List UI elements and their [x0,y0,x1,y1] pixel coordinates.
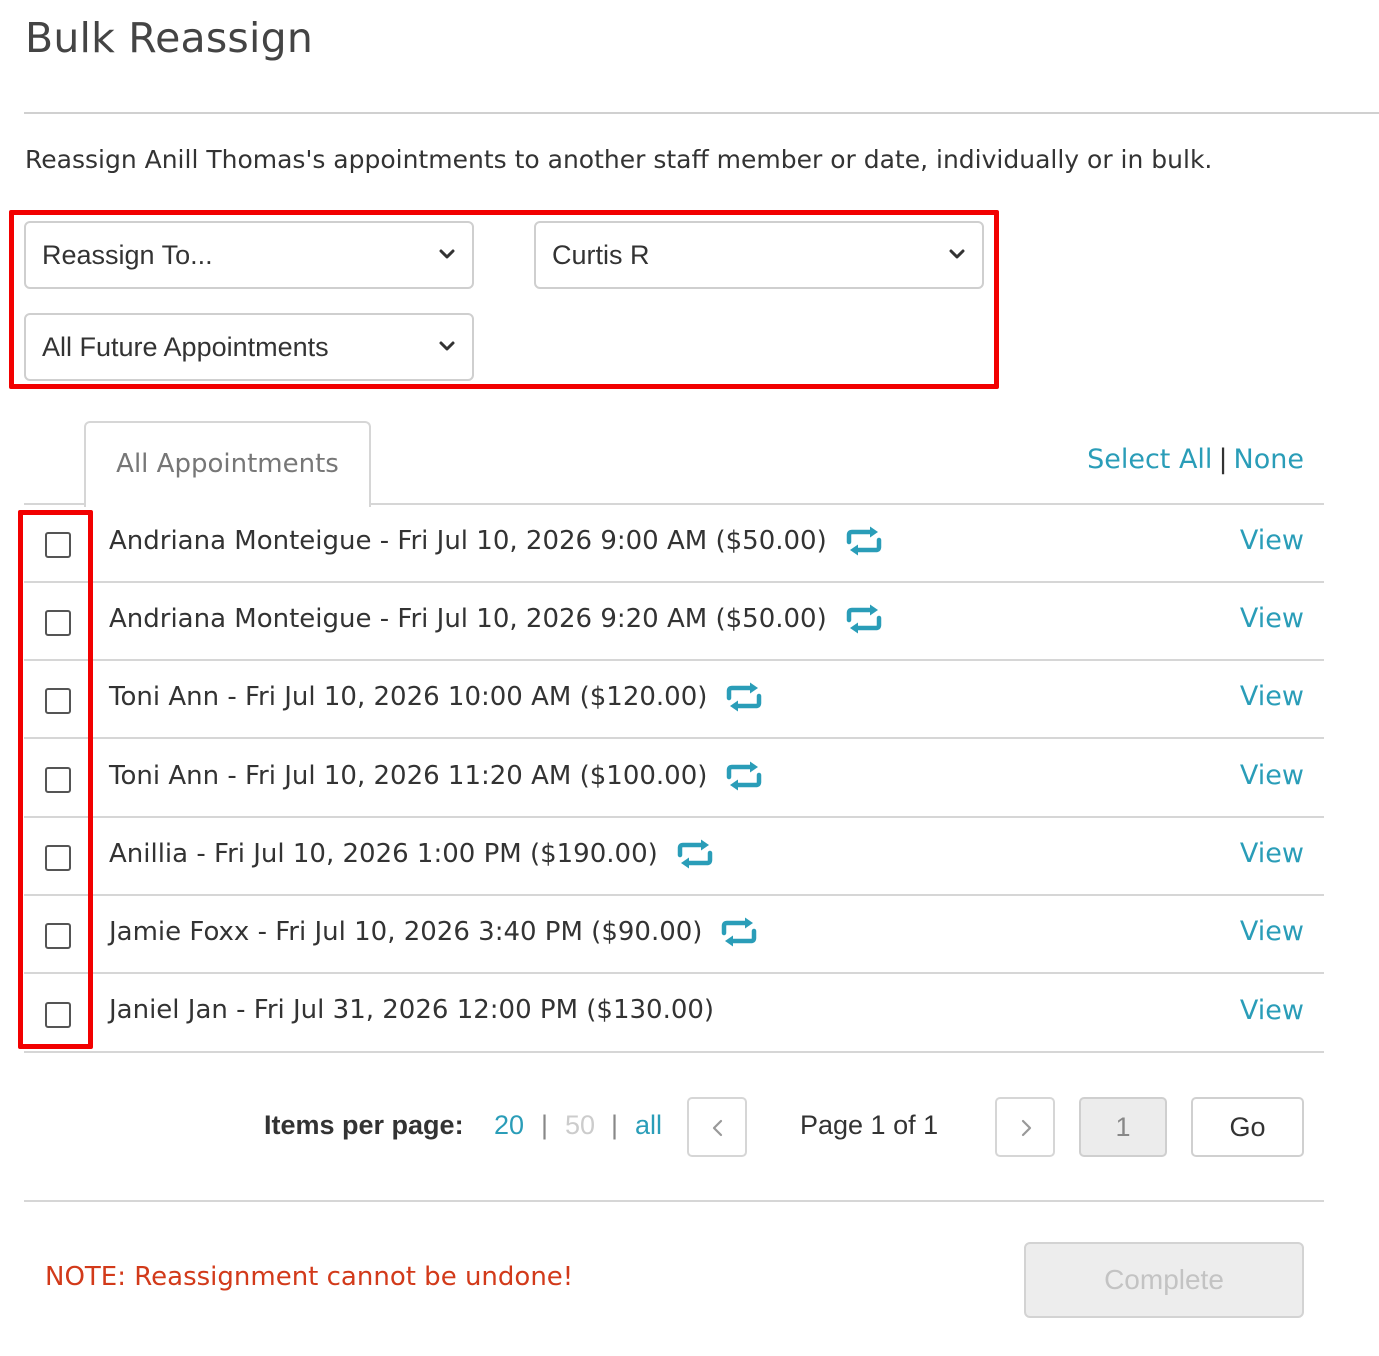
chevron-right-icon [1021,1119,1032,1137]
highlight-box-checkboxes [18,510,93,1049]
appointment-row: Andriana Monteigue - Fri Jul 10, 2026 9:… [24,583,1324,661]
recurring-icon [677,839,713,869]
next-page-button[interactable] [995,1097,1055,1157]
footer-divider [24,1200,1324,1202]
appointment-label: Toni Ann - Fri Jul 10, 2026 10:00 AM ($1… [109,682,708,712]
appointment-summary: Jamie Foxx - Fri Jul 10, 2026 3:40 PM ($… [109,916,758,948]
appointment-row: Anillia - Fri Jul 10, 2026 1:00 PM ($190… [24,818,1324,896]
highlight-box-filters [9,210,999,389]
recurring-icon [722,917,757,947]
view-link[interactable]: View [1240,603,1304,634]
items-per-page-50: 50 [565,1110,596,1140]
appointment-row: Janiel Jan - Fri Jul 31, 2026 12:00 PM (… [24,975,1324,1053]
view-link[interactable]: View [1240,916,1304,947]
title-divider [24,112,1379,114]
appointment-summary: Janiel Jan - Fri Jul 31, 2026 12:00 PM (… [109,995,714,1025]
appointment-row: Toni Ann - Fri Jul 10, 2026 11:20 AM ($1… [24,740,1324,818]
appointment-row: Jamie Foxx - Fri Jul 10, 2026 3:40 PM ($… [24,896,1324,974]
selection-separator: | [1218,444,1228,475]
view-link[interactable]: View [1240,525,1304,556]
tab-all-appointments[interactable]: All Appointments [84,421,371,507]
warning-note: NOTE: Reassignment cannot be undone! [45,1262,574,1292]
items-per-page-20[interactable]: 20 [494,1110,524,1141]
select-all-link[interactable]: Select All [1087,444,1212,475]
appointment-row: Andriana Monteigue - Fri Jul 10, 2026 9:… [24,505,1324,583]
appointment-label: Toni Ann - Fri Jul 10, 2026 11:20 AM ($1… [109,761,708,791]
items-per-page-separator: | [541,1110,549,1140]
prev-page-button[interactable] [687,1097,747,1157]
appointment-label: Anillia - Fri Jul 10, 2026 1:00 PM ($190… [109,839,658,869]
page-info: Page 1 of 1 [800,1110,939,1140]
appointment-row: Toni Ann - Fri Jul 10, 2026 10:00 AM ($1… [24,661,1324,739]
chevron-left-icon [712,1119,723,1137]
view-link[interactable]: View [1240,838,1304,869]
complete-button[interactable]: Complete [1024,1242,1304,1318]
view-link[interactable]: View [1240,681,1304,712]
items-per-page-separator: | [611,1110,619,1140]
appointment-label: Andriana Monteigue - Fri Jul 10, 2026 9:… [109,526,827,556]
items-per-page-label: Items per page: [264,1110,464,1140]
select-none-link[interactable]: None [1234,444,1304,475]
recurring-icon [846,604,881,634]
items-per-page-all[interactable]: all [635,1110,662,1141]
appointment-summary: Andriana Monteigue - Fri Jul 10, 2026 9:… [109,603,883,635]
view-link[interactable]: View [1240,760,1304,791]
view-link[interactable]: View [1240,995,1304,1026]
appointment-label: Janiel Jan - Fri Jul 31, 2026 12:00 PM (… [109,995,715,1025]
appointment-label: Andriana Monteigue - Fri Jul 10, 2026 9:… [109,604,827,634]
recurring-icon [846,526,881,556]
page-description: Reassign Anill Thomas's appointments to … [25,145,1213,174]
appointment-summary: Toni Ann - Fri Jul 10, 2026 10:00 AM ($1… [109,681,763,713]
appointment-summary: Toni Ann - Fri Jul 10, 2026 11:20 AM ($1… [109,760,763,792]
go-button[interactable]: Go [1191,1097,1304,1157]
appointment-label: Jamie Foxx - Fri Jul 10, 2026 3:40 PM ($… [109,917,703,947]
appointment-summary: Andriana Monteigue - Fri Jul 10, 2026 9:… [109,525,883,557]
page-number-input[interactable]: 1 [1079,1097,1167,1157]
page-title: Bulk Reassign [25,14,313,62]
selection-links: Select All | None [1087,444,1304,475]
recurring-icon [727,761,762,791]
appointment-summary: Anillia - Fri Jul 10, 2026 1:00 PM ($190… [109,838,714,870]
recurring-icon [727,682,762,712]
